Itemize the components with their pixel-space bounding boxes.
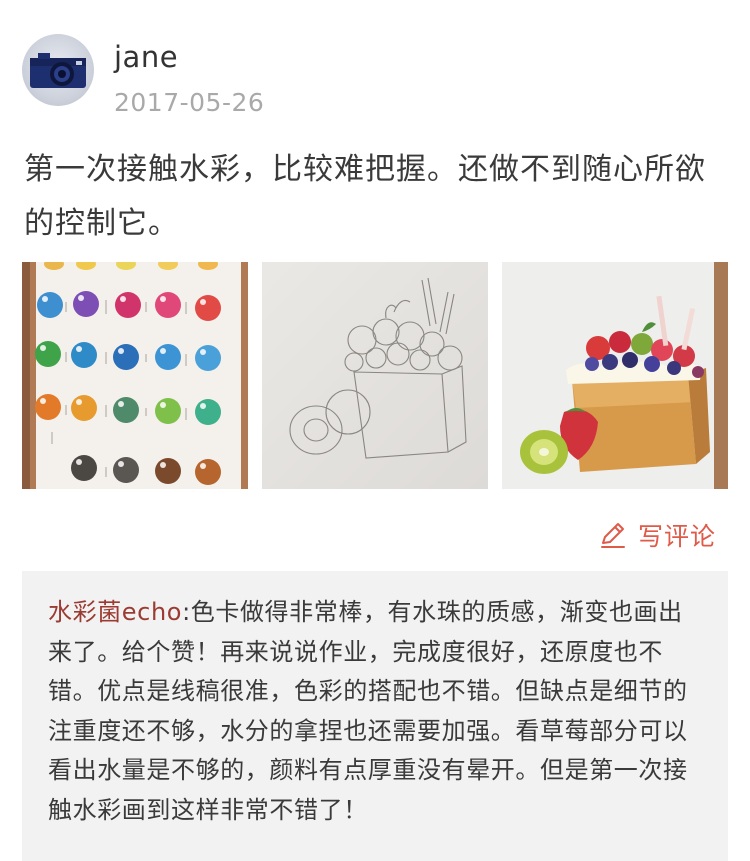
write-comment-button[interactable]: 写评论 [598,515,716,555]
comment-item: 水彩菌echo:色卡做得非常棒，有水珠的质感，渐变也画出来了。给个赞！再来说说作… [48,593,702,830]
comment-section: 水彩菌echo:色卡做得非常棒，有水珠的质感，渐变也画出来了。给个赞！再来说说作… [22,571,728,861]
camera-icon [30,53,86,88]
pencil-icon [601,523,625,548]
avatar[interactable] [22,34,94,106]
image-gallery [22,262,728,490]
pencil-sketch-cake-photo[interactable] [262,262,488,489]
comment-separator: : [182,598,191,626]
write-comment-label: 写评论 [638,522,717,551]
username[interactable]: jane [114,40,178,74]
commenter-name[interactable]: 水彩菌echo [48,598,182,626]
comment-body: 色卡做得非常棒，有水珠的质感，渐变也画出来了。给个赞！再来说说作业，完成度很好，… [48,598,688,824]
post-date: 2017-05-26 [114,88,265,117]
post-header: jane 2017-05-26 [22,32,722,122]
watercolor-fruit-cake-photo[interactable] [502,262,728,489]
post-text: 第一次接触水彩，比较难把握。还做不到随心所欲的控制它。 [24,152,706,241]
watercolor-swatch-card-photo[interactable] [22,262,248,489]
